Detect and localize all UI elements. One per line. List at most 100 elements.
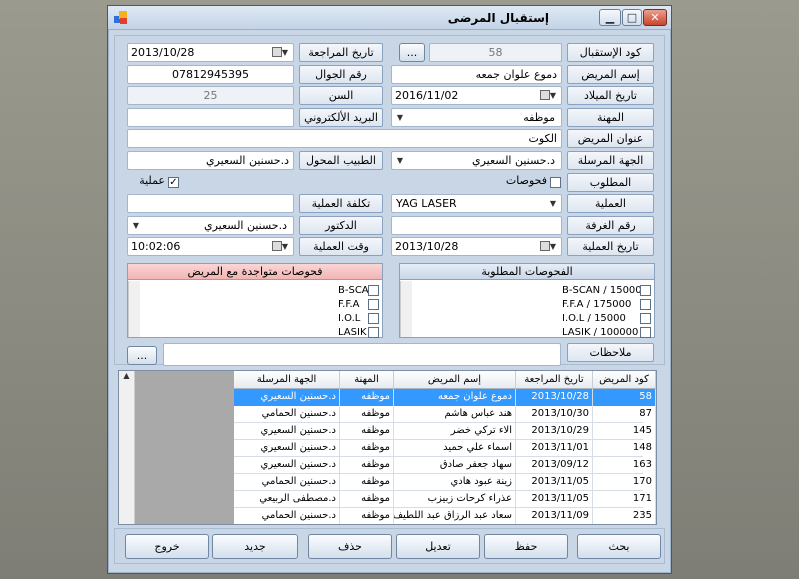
profession-dropdown[interactable]: موظفه ▼	[391, 108, 562, 127]
table-row[interactable]: د.حسنين الحمامي موظفه هند عباس هاشم 2013/10…	[234, 406, 656, 423]
exam-checkbox[interactable]	[368, 285, 379, 296]
exams-checkbox[interactable]	[550, 177, 561, 188]
table-cell: د.حسنين الحمامي	[234, 508, 340, 524]
save-button[interactable]: حفظ	[484, 534, 568, 559]
operation-label: العملية	[567, 194, 654, 213]
delete-button[interactable]: حذف	[308, 534, 392, 559]
exam-checkbox[interactable]	[368, 327, 379, 338]
table-cell: موظفه	[340, 491, 394, 508]
scrollbar[interactable]	[400, 281, 412, 337]
table-cell: عذراء كرحات زبيزب	[394, 491, 516, 508]
exit-button[interactable]: خروج	[125, 534, 209, 559]
sending-entity-dropdown[interactable]: د.حسنين السعيري ▼	[391, 151, 562, 170]
grid-scrollbar[interactable]: ▲	[119, 371, 135, 524]
birth-date-picker[interactable]: 2016/11/02 ▼	[391, 86, 562, 105]
doctor-dropdown[interactable]: د.حسنين السعيري ▼	[127, 216, 294, 235]
exam-checkbox[interactable]	[640, 313, 651, 324]
sending-entity-value: د.حسنين السعيري	[471, 154, 555, 167]
chevron-down-icon[interactable]: ▼	[277, 238, 293, 255]
chevron-down-icon[interactable]: ▼	[545, 195, 561, 212]
table-cell: 2013/10/28	[516, 389, 593, 406]
operation-dropdown[interactable]: YAG LASER ▼	[391, 194, 562, 213]
exam-checkbox[interactable]	[640, 285, 651, 296]
table-cell: د.مصطفى الربيعي	[234, 491, 340, 508]
table-cell: هند عباس هاشم	[394, 406, 516, 423]
edit-button[interactable]: تعديل	[396, 534, 480, 559]
table-cell: د.حسنين السعيري	[234, 440, 340, 457]
table-cell: اسماء علي حميد	[394, 440, 516, 457]
age-label: السن	[299, 86, 383, 105]
patient-name-label: إسم المريض	[567, 65, 654, 84]
room-number-label: رقم الغرفة	[567, 216, 654, 235]
operation-checkbox[interactable]: ✓	[168, 177, 179, 188]
operation-cost-label: تكلفة العملية	[299, 194, 383, 213]
exam-item: I.O.L	[338, 313, 361, 324]
close-button[interactable]: ✕	[643, 9, 667, 26]
required-label: المطلوب	[567, 173, 654, 192]
table-row[interactable]: د.حسنين الحمامي موظفه زينة عبود هادي 2013/1…	[234, 474, 656, 491]
column-header[interactable]: كود المريض	[593, 371, 656, 389]
table-cell: 87	[593, 406, 656, 423]
scrollbar[interactable]	[128, 281, 140, 337]
column-header[interactable]: المهنة	[340, 371, 394, 389]
patient-name-field[interactable]: دموع علوان جمعه	[391, 65, 562, 84]
column-header[interactable]: الجهة المرسلة	[234, 371, 340, 389]
room-number-field[interactable]	[391, 216, 562, 235]
operation-cost-field[interactable]	[127, 194, 294, 213]
reception-code-field[interactable]: 58	[429, 43, 562, 62]
table-cell: موظفه	[340, 440, 394, 457]
review-date-picker[interactable]: 2013/10/28 ▼	[127, 43, 294, 62]
patient-form: كود الإستقبال إسم المريض تاريخ الميلاد ا…	[114, 35, 665, 366]
exam-checkbox[interactable]	[368, 313, 379, 324]
exam-checkbox[interactable]	[368, 299, 379, 310]
operation-date-label: تاريخ العملية	[567, 237, 654, 256]
column-header[interactable]: تاريخ المراجعة	[516, 371, 593, 389]
sending-entity-label: الجهة المرسلة	[567, 151, 654, 170]
table-cell: 163	[593, 457, 656, 474]
operation-value: YAG LASER	[396, 197, 457, 210]
table-cell: 235	[593, 508, 656, 524]
operation-time-picker[interactable]: 10:02:06 ▼	[127, 237, 294, 256]
exam-item: F.F.A	[338, 299, 360, 310]
review-date-value: 2013/10/28	[131, 46, 195, 59]
table-cell: د.حسنين السعيري	[234, 423, 340, 440]
exam-checkbox[interactable]	[640, 299, 651, 310]
birth-date-value: 2016/11/02	[395, 89, 459, 102]
table-row[interactable]: د.مصطفى الربيعي موظفه عذراء كرحات زبيزب 201…	[234, 491, 656, 508]
table-row[interactable]: د.حسنين الحمامي موظفه سعاد عبد الرزاق عبد …	[234, 508, 656, 524]
chevron-down-icon[interactable]: ▼	[545, 238, 561, 255]
doctor-value: د.حسنين السعيري	[203, 219, 287, 232]
address-field[interactable]: الكوت	[127, 129, 562, 148]
table-row[interactable]: د.حسنين السعيري موظفه سهاد جعفر صادق 2013/0…	[234, 457, 656, 474]
table-row[interactable]: د.حسنين السعيري موظفه الاء تركي خضر 2013/10…	[234, 423, 656, 440]
chevron-down-icon[interactable]: ▼	[392, 109, 408, 126]
table-cell: 58	[593, 389, 656, 406]
chevron-down-icon[interactable]: ▼	[545, 87, 561, 104]
title-bar: إستقبال المرضى ▁ □ ✕	[108, 6, 671, 30]
chevron-down-icon[interactable]: ▼	[277, 44, 293, 61]
notes-field[interactable]	[163, 343, 561, 366]
scroll-up-icon[interactable]: ▲	[119, 371, 134, 380]
chevron-down-icon[interactable]: ▼	[392, 152, 408, 169]
profession-value: موظفه	[523, 111, 555, 124]
age-field[interactable]: 25	[127, 86, 294, 105]
table-cell: 2013/11/05	[516, 474, 593, 491]
minimize-button[interactable]: ▁	[599, 9, 621, 26]
patients-grid: ▲ الجهة المرسلة المهنة إسم المريض تاريخ …	[118, 370, 657, 525]
table-row[interactable]: د.حسنين السعيري موظفه اسماء علي حميد 2013/1…	[234, 440, 656, 457]
column-header[interactable]: إسم المريض	[394, 371, 516, 389]
referring-doctor-field[interactable]: د.حسنين السعيري	[127, 151, 294, 170]
browse-button[interactable]: ...	[399, 43, 425, 62]
mobile-field[interactable]: 07812945395	[127, 65, 294, 84]
required-exams-title: الفحوصات المطلوبة	[400, 264, 654, 280]
maximize-button[interactable]: □	[622, 9, 642, 26]
table-cell: 2013/11/09	[516, 508, 593, 524]
exam-checkbox[interactable]	[640, 327, 651, 338]
email-field[interactable]	[127, 108, 294, 127]
search-button[interactable]: بحث	[577, 534, 661, 559]
new-button[interactable]: جديد	[212, 534, 298, 559]
notes-browse-button[interactable]: ...	[127, 346, 157, 365]
table-row[interactable]: د.حسنين السعيري موظفه دموع علوان جمعه 2013/…	[234, 389, 656, 406]
chevron-down-icon[interactable]: ▼	[128, 217, 144, 234]
operation-date-picker[interactable]: 2013/10/28 ▼	[391, 237, 562, 256]
